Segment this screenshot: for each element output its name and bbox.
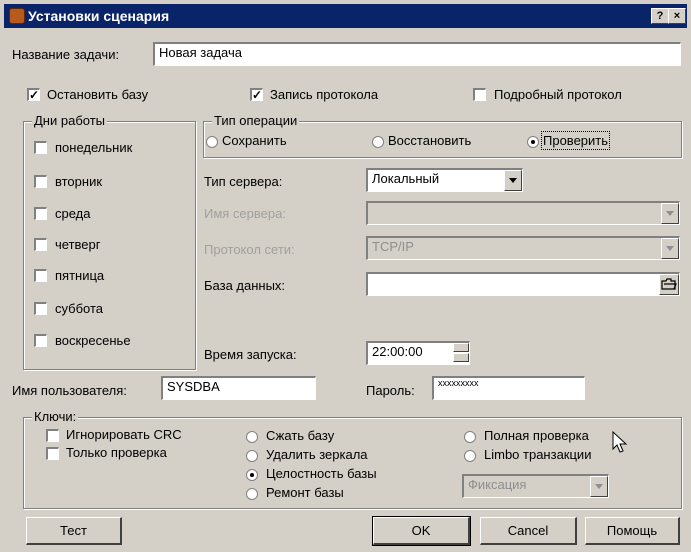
stop-db-checkbox[interactable]: ✓ xyxy=(27,88,40,101)
fix-value: Фиксация xyxy=(468,477,527,492)
start-time-label: Время запуска: xyxy=(204,347,297,362)
remove-mirrors-radio[interactable] xyxy=(246,450,258,462)
ignore-crc-checkbox[interactable] xyxy=(46,429,59,442)
repair-db-label: Ремонт базы xyxy=(266,485,344,500)
spin-down-button[interactable] xyxy=(453,353,469,362)
day-label-wed: среда xyxy=(55,206,91,221)
op-label-restore: Восстановить xyxy=(388,133,472,148)
password-label: Пароль: xyxy=(366,383,415,398)
day-checkbox-thu[interactable] xyxy=(34,238,47,251)
help-title-button[interactable]: ? xyxy=(651,8,669,24)
user-input[interactable]: SYSDBA xyxy=(161,376,316,400)
day-checkbox-tue[interactable] xyxy=(34,175,47,188)
protocol-label: Протокол сети: xyxy=(204,242,295,257)
window-title: Установки сценария xyxy=(28,8,170,24)
repair-db-radio[interactable] xyxy=(246,488,258,500)
write-log-checkbox[interactable]: ✓ xyxy=(250,88,263,101)
chevron-down-icon xyxy=(509,178,517,183)
day-checkbox-sat[interactable] xyxy=(34,302,47,315)
op-radio-save[interactable] xyxy=(206,136,218,148)
day-checkbox-wed[interactable] xyxy=(34,207,47,220)
day-label-mon: понедельник xyxy=(55,140,133,155)
chevron-down-icon xyxy=(666,246,674,251)
fix-dropdown-button[interactable] xyxy=(590,476,608,497)
server-type-select[interactable]: Локальный xyxy=(366,168,523,192)
stop-db-label: Остановить базу xyxy=(47,87,149,102)
help-button[interactable]: Помощь xyxy=(585,517,680,545)
remove-mirrors-label: Удалить зеркала xyxy=(266,447,368,462)
day-checkbox-mon[interactable] xyxy=(34,141,47,154)
compress-db-radio[interactable] xyxy=(246,431,258,443)
server-name-dropdown-button[interactable] xyxy=(661,203,679,224)
day-label-tue: вторник xyxy=(55,174,103,189)
spin-up-button[interactable] xyxy=(453,343,469,352)
close-title-button[interactable]: × xyxy=(668,8,686,24)
protocol-select[interactable]: TCP/IP xyxy=(366,236,680,260)
protocol-dropdown-button[interactable] xyxy=(661,238,679,259)
db-integrity-label: Целостность базы xyxy=(266,466,377,481)
dialog-window: Установки сценария ? × Название задачи: … xyxy=(0,0,691,552)
day-checkbox-fri[interactable] xyxy=(34,269,47,282)
server-type-label: Тип сервера: xyxy=(204,174,283,189)
ok-button[interactable]: OK xyxy=(372,516,471,546)
limbo-label: Limbo транзакции xyxy=(484,447,592,462)
day-label-sat: суббота xyxy=(55,301,104,316)
ignore-crc-label: Игнорировать CRC xyxy=(66,427,182,442)
limbo-radio[interactable] xyxy=(464,450,476,462)
fix-select[interactable]: Фиксация xyxy=(462,474,609,498)
op-radio-restore[interactable] xyxy=(372,136,384,148)
task-name-input[interactable]: Новая задача xyxy=(153,42,681,66)
db-integrity-radio[interactable] xyxy=(246,469,258,481)
server-type-value: Локальный xyxy=(372,171,440,186)
operation-group-title: Тип операции xyxy=(212,113,300,128)
task-name-label: Название задачи: xyxy=(12,47,120,62)
browse-button[interactable] xyxy=(659,274,679,295)
keys-group-title: Ключи: xyxy=(32,409,79,424)
day-checkbox-sun[interactable] xyxy=(34,334,47,347)
op-radio-check[interactable] xyxy=(527,136,539,148)
server-name-select[interactable] xyxy=(366,201,680,225)
title-bar[interactable]: Установки сценария ? × xyxy=(4,4,687,28)
cancel-button[interactable]: Cancel xyxy=(480,517,577,545)
database-input[interactable] xyxy=(366,272,680,296)
start-time-input[interactable]: 22:00:00 xyxy=(366,341,470,365)
days-group-title: Дни работы xyxy=(32,113,108,128)
mouse-cursor-icon xyxy=(612,431,628,453)
check-only-label: Только проверка xyxy=(66,445,167,460)
user-label: Имя пользователя: xyxy=(12,383,127,398)
server-type-dropdown-button[interactable] xyxy=(504,170,522,191)
day-label-sun: воскресенье xyxy=(55,333,131,348)
start-time-value: 22:00:00 xyxy=(372,344,423,359)
server-name-label: Имя сервера: xyxy=(204,206,286,221)
day-label-fri: пятница xyxy=(55,268,105,283)
test-button[interactable]: Тест xyxy=(26,517,122,545)
write-log-label: Запись протокола xyxy=(270,87,379,102)
detailed-log-label: Подробный протокол xyxy=(494,87,622,102)
op-label-check: Проверить xyxy=(540,131,611,150)
compress-db-label: Сжать базу xyxy=(266,428,335,443)
database-label: База данных: xyxy=(204,278,286,293)
day-label-thu: четверг xyxy=(55,237,101,252)
check-only-checkbox[interactable] xyxy=(46,447,59,460)
password-input[interactable]: xxxxxxxxx xyxy=(432,376,585,400)
chevron-down-icon xyxy=(666,211,674,216)
detailed-log-checkbox[interactable] xyxy=(473,88,486,101)
protocol-value: TCP/IP xyxy=(372,239,414,254)
app-icon xyxy=(9,8,25,24)
full-check-label: Полная проверка xyxy=(484,428,589,443)
chevron-down-icon xyxy=(595,484,603,489)
op-label-save: Сохранить xyxy=(222,133,287,148)
full-check-radio[interactable] xyxy=(464,431,476,443)
folder-icon xyxy=(661,278,677,290)
